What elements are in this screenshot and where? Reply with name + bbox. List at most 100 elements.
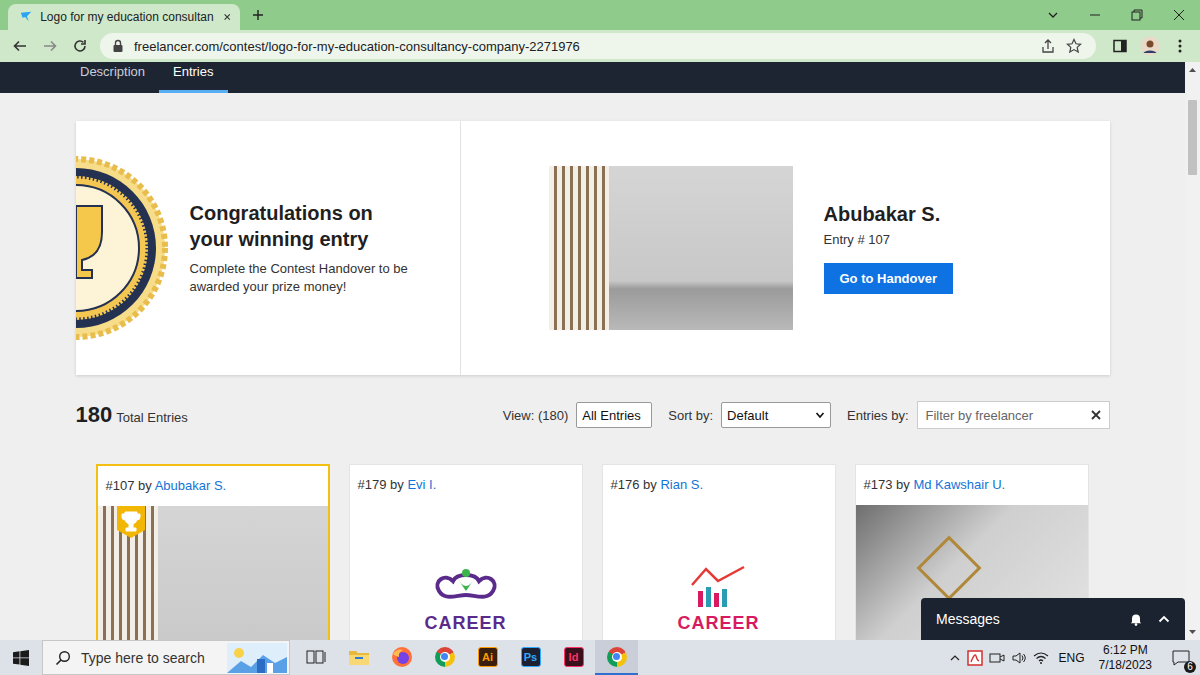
contest-tab[interactable]: Description [66, 62, 159, 93]
page-scrollbar[interactable] [1185, 62, 1200, 640]
scrollbar-thumb[interactable] [1188, 100, 1197, 175]
award-badge-icon [76, 153, 168, 343]
close-icon [1172, 8, 1186, 22]
growth-chart-logo-icon [684, 565, 754, 609]
entry-image[interactable]: CAREER [603, 505, 835, 640]
entry-header: #107 by Abubakar S. [98, 466, 328, 506]
clear-icon[interactable] [1091, 410, 1101, 420]
chrome-icon [607, 647, 627, 667]
input-language[interactable]: ENG [1059, 651, 1085, 665]
pdf-icon[interactable] [967, 650, 983, 666]
entry-author[interactable]: Rian S. [660, 477, 703, 492]
notification-center-button[interactable]: 6 [1166, 643, 1196, 673]
reload-button[interactable] [66, 32, 94, 60]
taskbar-app[interactable]: Ps [509, 640, 552, 675]
entry-image[interactable]: CAREER [350, 505, 582, 640]
winner-name[interactable]: Abubakar S. [824, 202, 941, 226]
winner-trophy-badge [117, 506, 145, 538]
scroll-down-icon[interactable] [1185, 623, 1200, 640]
web-page: DescriptionEntries Congratulations on yo… [0, 62, 1200, 640]
clock[interactable]: 6:12 PM 7/18/2023 [1091, 643, 1160, 673]
adobe-app-icon: Ai [478, 647, 498, 667]
winner-info: Abubakar S. Entry # 107 Go to Handover [824, 202, 954, 294]
start-button[interactable] [0, 640, 42, 675]
new-tab-button[interactable] [244, 1, 272, 29]
scroll-up-icon[interactable] [1185, 62, 1200, 79]
share-icon[interactable] [1040, 38, 1056, 54]
taskbar-app[interactable] [294, 640, 337, 675]
taskbar-app[interactable]: Id [552, 640, 595, 675]
restore-button[interactable] [1116, 0, 1158, 30]
taskbar-search-box[interactable]: Type here to search [42, 640, 290, 675]
taskbar-app[interactable] [423, 640, 466, 675]
lock-icon [112, 39, 124, 53]
entry-card[interactable]: #179 by Evi I. CAREER [349, 464, 583, 640]
winning-entry-image[interactable] [549, 166, 793, 330]
windows-logo-icon [13, 650, 29, 666]
close-button[interactable] [1158, 0, 1200, 30]
plus-icon [251, 8, 265, 22]
notification-count: 6 [1184, 661, 1196, 673]
logo-text: CAREER [677, 613, 759, 633]
entry-card[interactable]: #176 by Rian S. CAREER [602, 464, 836, 640]
search-icon [55, 650, 71, 666]
side-panel-button[interactable] [1106, 32, 1134, 60]
meet-now-icon[interactable] [989, 650, 1005, 666]
profile-button[interactable] [1136, 32, 1164, 60]
side-panel-icon [1112, 38, 1128, 54]
system-tray: ENG 6:12 PM 7/18/2023 6 [949, 643, 1200, 673]
adobe-app-icon: Id [564, 647, 584, 667]
address-bar[interactable]: freelancer.com/contest/logo-for-my-educa… [100, 33, 1096, 59]
freelancer-icon [20, 10, 32, 24]
minimize-button[interactable] [1074, 0, 1116, 30]
sort-select[interactable]: Default [721, 402, 831, 428]
entry-author[interactable]: Abubakar S. [155, 478, 227, 493]
taskbar-app[interactable]: Ai [466, 640, 509, 675]
chevron-up-icon[interactable] [1157, 612, 1171, 626]
total-entries: 180 Total Entries [76, 402, 188, 428]
browser-toolbar: freelancer.com/contest/logo-for-my-educa… [0, 30, 1200, 62]
entry-author[interactable]: Md Kawshair U. [913, 477, 1005, 492]
total-label: Total Entries [116, 410, 188, 425]
entries-toolbar: 180 Total Entries View: (180) All Entrie… [76, 401, 1110, 429]
network-icon[interactable] [1033, 650, 1049, 666]
forward-arrow-icon [42, 38, 58, 54]
taskbar-app[interactable] [380, 640, 423, 675]
browser-tab[interactable]: Logo for my education consultan [8, 4, 240, 30]
show-hidden-icons-icon[interactable] [949, 652, 961, 664]
tab-search-button[interactable] [1032, 0, 1074, 30]
entry-card[interactable]: #107 by Abubakar S. [96, 464, 330, 640]
url-text: freelancer.com/contest/logo-for-my-educa… [134, 39, 580, 54]
date: 7/18/2023 [1099, 658, 1152, 673]
entry-author[interactable]: Evi I. [407, 477, 436, 492]
entries-by-label: Entries by: [847, 408, 908, 423]
contest-tab[interactable]: Entries [159, 62, 227, 93]
task-view-icon [306, 649, 326, 665]
congratulations-text: Congratulations on your winning entry Co… [190, 200, 430, 296]
taskbar-app[interactable] [337, 640, 380, 675]
handover-button[interactable]: Go to Handover [824, 263, 954, 294]
minimize-icon [1088, 8, 1102, 22]
entry-header: #176 by Rian S. [603, 465, 835, 505]
view-select[interactable]: All Entries [576, 402, 652, 428]
menu-button[interactable] [1166, 32, 1194, 60]
search-placeholder: Type here to search [81, 650, 205, 666]
messages-panel[interactable]: Messages [921, 598, 1185, 640]
back-arrow-icon [12, 38, 28, 54]
view-value: All Entries [582, 408, 641, 423]
taskbar-app[interactable] [595, 640, 638, 675]
forward-button[interactable] [36, 32, 64, 60]
speaker-icon[interactable] [1011, 650, 1027, 666]
back-button[interactable] [6, 32, 34, 60]
browser-tab-strip: Logo for my education consultan [0, 0, 1200, 30]
handover-message: Complete the Contest Handover to be awar… [190, 260, 430, 296]
entry-number: #176 by [611, 477, 657, 492]
view-label: View: (180) [503, 408, 569, 423]
sort-value: Default [727, 408, 768, 423]
bell-icon[interactable] [1129, 612, 1143, 626]
logo-text: CAREER [424, 613, 506, 633]
close-icon[interactable] [222, 11, 232, 23]
freelancer-filter-input[interactable]: Filter by freelancer [917, 401, 1110, 429]
winner-card: Congratulations on your winning entry Co… [76, 121, 1110, 375]
star-icon[interactable] [1066, 38, 1082, 54]
